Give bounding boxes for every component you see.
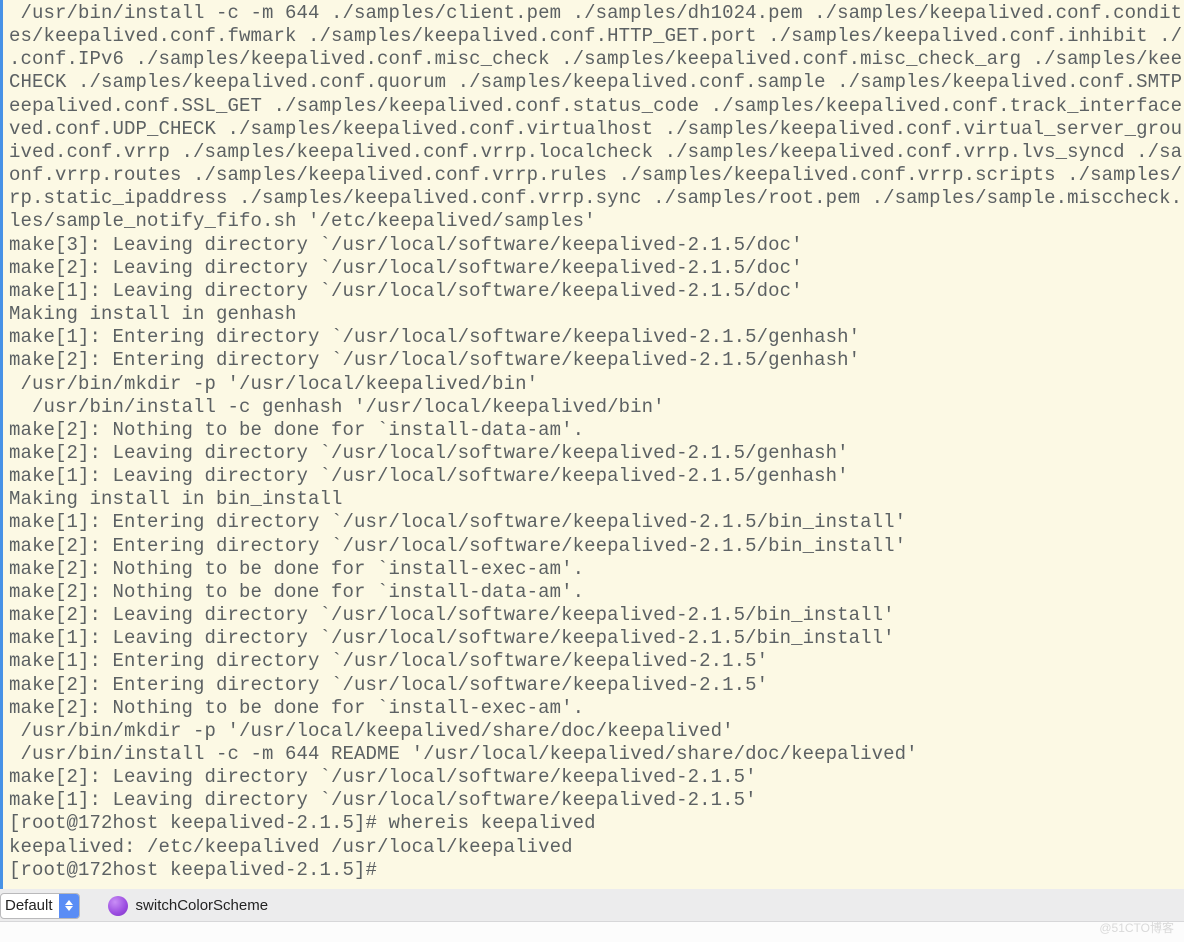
terminal-output: /usr/bin/install -c -m 644 ./samples/cli…: [3, 0, 1184, 882]
watermark-text: @51CTO博客: [1099, 919, 1174, 936]
scheme-select-value: Default: [1, 895, 59, 916]
color-dot-icon: [108, 896, 128, 916]
bottom-gutter: [0, 921, 1184, 942]
terminal-pane[interactable]: /usr/bin/install -c -m 644 ./samples/cli…: [0, 0, 1184, 889]
scheme-select[interactable]: Default: [0, 893, 80, 919]
status-bar: Default switchColorScheme: [0, 889, 1184, 922]
chevron-up-down-icon: [59, 894, 79, 918]
switch-color-scheme-button[interactable]: switchColorScheme: [136, 897, 269, 914]
